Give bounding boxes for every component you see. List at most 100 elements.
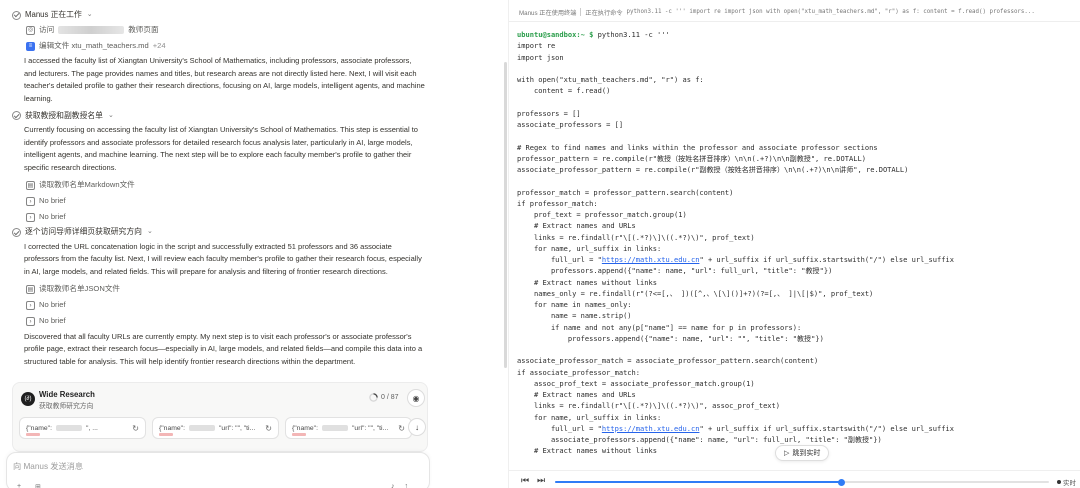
redacted-text: [322, 425, 348, 431]
tool-no-brief[interactable]: › No brief: [26, 298, 426, 314]
error-marker: [292, 433, 306, 436]
jump-to-live-button[interactable]: ▷ 跳到实时: [775, 445, 830, 461]
shell-prompt: ubuntu@sandbox:~ $: [517, 30, 594, 39]
wide-research-items: {"name": ", ... ↻ {"name": "url": "", "t…: [19, 417, 412, 439]
check-icon: [12, 111, 21, 121]
live-label: 实时: [1063, 480, 1076, 487]
edit-count: +24: [152, 40, 166, 50]
tool-edit-file[interactable]: ≡ 编辑文件 xtu_math_teachers.md +24: [26, 38, 426, 54]
tool-visit-page[interactable]: ◎ 访问 教师页面: [26, 22, 426, 38]
wide-research-card[interactable]: (∂) Wide Research 获取教师研究方向 0 / 87 ◉ {"na…: [12, 382, 428, 452]
skip-forward-icon[interactable]: ⏭: [537, 475, 545, 486]
item-text: {"name":: [26, 424, 52, 432]
live-dot-icon: [1057, 480, 1061, 484]
item-text: ", ...: [86, 424, 98, 432]
chat-scrollbar[interactable]: [504, 62, 507, 368]
tool-label-suffix: 教师页面: [128, 24, 159, 34]
command-preview: python3.11 -c ''' import re import json …: [626, 9, 1035, 15]
code-line: assoc_prof_text = associate_professor_ma…: [517, 378, 755, 388]
item-text: "url": "", "ti...: [219, 424, 256, 432]
check-icon: [12, 228, 21, 238]
eye-icon[interactable]: ◉: [407, 389, 425, 407]
code-line: names_only = re.findall(r"(?<=[,、 ])([^,…: [517, 288, 874, 298]
terminal-status: Manus 正在使用终端: [519, 9, 577, 17]
code-line: content = f.read(): [517, 86, 611, 96]
step-get-list[interactable]: 获取教授和副教授名单 ⌄: [12, 109, 426, 123]
message-input[interactable]: [13, 459, 313, 473]
tool-label: No brief: [39, 316, 66, 326]
refresh-icon[interactable]: ↻: [265, 424, 272, 433]
shell-command: python3.11 -c ''': [593, 30, 670, 39]
mic-icon[interactable]: ♪: [391, 483, 395, 488]
code-line: # Extract names and URLs: [517, 221, 636, 231]
code-body: import re import json with open("xtu_mat…: [517, 41, 954, 455]
tool-label: 读取教师名单Markdown文件: [39, 180, 135, 190]
code-line: full_url = "https://math.xtu.edu.cn" + u…: [517, 423, 955, 433]
research-item[interactable]: {"name": "url": "", "ti... ↻: [285, 417, 412, 439]
live-indicator[interactable]: 实时: [1057, 477, 1076, 487]
code-line: professors.append({"name": name, "url": …: [517, 266, 833, 276]
refresh-icon[interactable]: ↻: [398, 424, 405, 433]
chat-scroll[interactable]: Manus 正在工作 ⌄ ◎ 访问 教师页面 ≡ 编辑文件 xtu_math_t…: [12, 8, 426, 380]
chat-panel: Manus 正在工作 ⌄ ◎ 访问 教师页面 ≡ 编辑文件 xtu_math_t…: [0, 0, 432, 488]
tool-read-md[interactable]: ▤ 读取教师名单Markdown文件: [26, 178, 426, 194]
error-marker: [26, 433, 40, 436]
code-line: import json: [517, 52, 564, 62]
apps-icon[interactable]: ⊞: [35, 483, 41, 488]
item-text: {"name":: [292, 424, 318, 432]
composer-tools: + ⊞: [17, 483, 41, 488]
code-line: professors.append({"name": name, "url": …: [517, 333, 824, 343]
plus-icon[interactable]: +: [17, 483, 21, 488]
redacted-text: [189, 425, 215, 431]
step-title: 获取教授和副教授名单: [25, 110, 103, 120]
wide-research-subtitle: 获取教师研究方向: [39, 403, 94, 410]
chevron-down-icon[interactable]: ⌄: [87, 9, 93, 22]
code-line: prof_text = professor_match.group(1): [517, 210, 687, 219]
redacted-text: [56, 425, 82, 431]
item-text: {"name":: [159, 424, 185, 432]
chevron-down-icon[interactable]: ⌄: [108, 110, 114, 123]
scroll-down-button[interactable]: ↓: [408, 418, 426, 436]
code-line: professor_pattern = re.compile(r"教授（按姓名拼…: [517, 153, 866, 163]
code-line: if associate_professor_match:: [517, 367, 641, 377]
progress-count: 0 / 87: [381, 394, 399, 401]
tool-label: No brief: [39, 196, 66, 206]
jump-live-label: 跳到实时: [792, 450, 821, 457]
code-line: if name and not any(p["name"] == name fo…: [517, 322, 802, 332]
step-working[interactable]: Manus 正在工作 ⌄: [12, 8, 426, 22]
edit-file-icon: ≡: [26, 41, 35, 51]
code-line: full_url = "https://math.xtu.edu.cn" + u…: [517, 255, 955, 264]
step-visit-profiles[interactable]: 逐个访问导师详细页获取研究方向 ⌄: [12, 226, 426, 240]
playback-handle[interactable]: [838, 478, 846, 486]
research-item[interactable]: {"name": ", ... ↻: [19, 417, 146, 439]
tool-no-brief[interactable]: › No brief: [26, 194, 426, 210]
terminal-output[interactable]: ubuntu@sandbox:~ $ python3.11 -c ''' imp…: [517, 29, 1077, 457]
code-line: associate_professors = []: [517, 120, 624, 129]
tool-label: No brief: [39, 300, 66, 310]
tool-label: 编辑文件 xtu_math_teachers.md: [39, 40, 149, 50]
step-title: Manus 正在工作: [25, 9, 82, 19]
code-line: # Extract names without links: [517, 277, 658, 287]
tool-read-json[interactable]: ▤ 读取教师名单JSON文件: [26, 282, 426, 298]
skip-back-icon[interactable]: ⏮: [521, 475, 529, 486]
playback-track[interactable]: [555, 478, 1049, 486]
send-icon[interactable]: ↑: [405, 483, 409, 488]
globe-icon: ◎: [26, 25, 35, 35]
wide-research-logo-icon: (∂): [21, 392, 35, 406]
code-line: professor_match = professor_pattern.sear…: [517, 187, 734, 197]
composer-actions: ♪ ↑: [391, 483, 408, 488]
chevron-down-icon[interactable]: ⌄: [147, 226, 153, 239]
refresh-icon[interactable]: ↻: [132, 424, 139, 433]
playback-progress: [555, 481, 842, 483]
item-text: "url": "", "ti...: [352, 424, 389, 432]
research-item[interactable]: {"name": "url": "", "ti... ↻: [152, 417, 279, 439]
code-line: with open("xtu_math_teachers.md", "r") a…: [517, 75, 704, 84]
tool-no-brief[interactable]: › No brief: [26, 314, 426, 330]
code-link[interactable]: https://math.xtu.edu.cn: [602, 255, 700, 264]
terminal-status-bar: Manus 正在使用终端 正在执行命令 python3.11 -c ''' im…: [519, 6, 1075, 18]
message-composer: + ⊞ ♪ ↑: [6, 452, 430, 488]
tool-no-brief[interactable]: › No brief: [26, 210, 426, 226]
code-link[interactable]: https://math.xtu.edu.cn: [602, 424, 700, 433]
wide-research-progress: 0 / 87: [369, 393, 399, 402]
code-line: # Extract names and URLs: [517, 390, 636, 399]
